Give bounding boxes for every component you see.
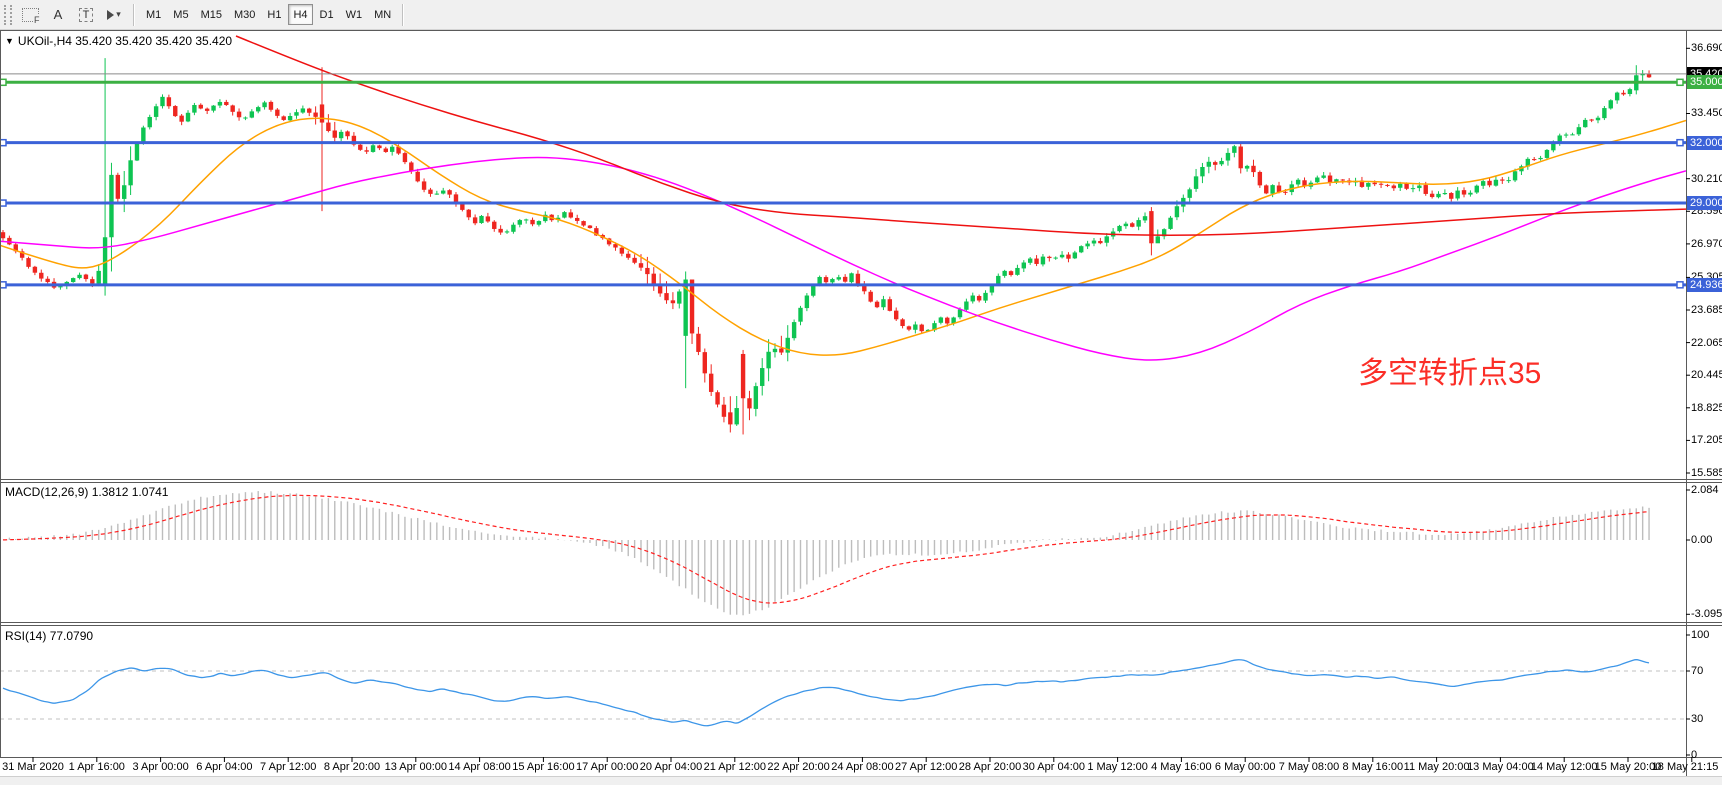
time-axis-label: 1 May 12:00: [1087, 761, 1148, 773]
price-badge: 35.000: [1687, 75, 1722, 89]
price-axis-label: 23.685: [1691, 304, 1722, 316]
price-axis-label: 26.970: [1691, 238, 1722, 250]
time-axis-label: 21 Apr 12:00: [704, 761, 766, 773]
time-axis-label: 8 May 16:00: [1343, 761, 1404, 773]
price-axis-label: 17.205: [1691, 434, 1722, 446]
time-axis-label: 7 May 08:00: [1279, 761, 1340, 773]
macd-axis-label: 0.00: [1691, 534, 1712, 546]
time-axis-label: 27 Apr 12:00: [895, 761, 957, 773]
trading-app-window: FAT▾ M1M5M15M30H1H4D1W1MN ▼UKOil-,H4 35.…: [0, 0, 1722, 785]
rsi-axis-label: 0: [1691, 749, 1697, 761]
rsi-axis-label: 30: [1691, 713, 1703, 725]
time-axis-label: 28 Apr 20:00: [959, 761, 1021, 773]
chevron-down-icon: ▼: [5, 36, 14, 46]
price-axis-label: 22.065: [1691, 337, 1722, 349]
macd-label: MACD(12,26,9) 1.3812 1.0741: [5, 485, 168, 499]
time-axis-label: 17 Apr 00:00: [576, 761, 638, 773]
time-axis-label: 7 Apr 12:00: [260, 761, 316, 773]
time-axis-label: 30 Apr 04:00: [1023, 761, 1085, 773]
time-axis-label: 6 Apr 04:00: [196, 761, 252, 773]
price-badge: 32.000: [1687, 136, 1722, 150]
price-axis-label: 33.450: [1691, 107, 1722, 119]
time-axis-label: 11 May 20:00: [1404, 761, 1470, 773]
price-axis-label: 20.445: [1691, 369, 1722, 381]
time-axis-label: 18 May 21:15: [1652, 761, 1719, 773]
time-axis-label: 3 Apr 00:00: [132, 761, 188, 773]
time-axis-label: 15 Apr 16:00: [512, 761, 574, 773]
price-badge: 29.000: [1687, 196, 1722, 210]
rsi-value: 77.0790: [50, 629, 93, 643]
time-axis-label: 24 Apr 08:00: [831, 761, 893, 773]
chart-canvas[interactable]: [0, 0, 1722, 785]
time-axis-label: 20 Apr 04:00: [640, 761, 702, 773]
time-axis-label: 31 Mar 2020: [2, 761, 64, 773]
time-axis-label: 22 Apr 20:00: [767, 761, 829, 773]
line-handle[interactable]: [1677, 282, 1683, 288]
price-axis-label: 30.210: [1691, 173, 1722, 185]
line-handle[interactable]: [1677, 140, 1683, 146]
time-axis-label: 6 May 00:00: [1215, 761, 1276, 773]
status-strip: [0, 776, 1722, 785]
rsi-axis-label: 100: [1691, 629, 1709, 641]
time-axis-label: 14 Apr 08:00: [448, 761, 510, 773]
macd-axis-label: -3.0957: [1691, 608, 1722, 620]
time-axis-label: 1 Apr 16:00: [69, 761, 125, 773]
time-axis-label: 14 May 12:00: [1531, 761, 1598, 773]
macd-values: 1.3812 1.0741: [92, 485, 169, 499]
time-axis-label: 8 Apr 20:00: [324, 761, 380, 773]
time-axis-label: 4 May 16:00: [1151, 761, 1212, 773]
price-badge: 24.936: [1687, 278, 1722, 292]
rsi-label: RSI(14) 77.0790: [5, 629, 93, 643]
symbol-title: UKOil-,H4 35.420 35.420 35.420 35.420: [18, 34, 232, 48]
annotation-text[interactable]: 多空转折点35: [1358, 348, 1541, 392]
price-axis-label: 36.690: [1691, 42, 1722, 54]
time-axis-label: 13 May 04:00: [1467, 761, 1534, 773]
time-axis-label: 13 Apr 00:00: [385, 761, 447, 773]
price-axis-label: 15.585: [1691, 467, 1722, 479]
macd-axis-label: 2.084: [1691, 484, 1719, 496]
rsi-axis-label: 70: [1691, 665, 1703, 677]
line-handle[interactable]: [1677, 79, 1683, 85]
price-axis-label: 18.825: [1691, 402, 1722, 414]
chart-symbol-line: ▼ UKOil-,H4 35.420 35.420 35.420 35.420: [5, 34, 232, 48]
